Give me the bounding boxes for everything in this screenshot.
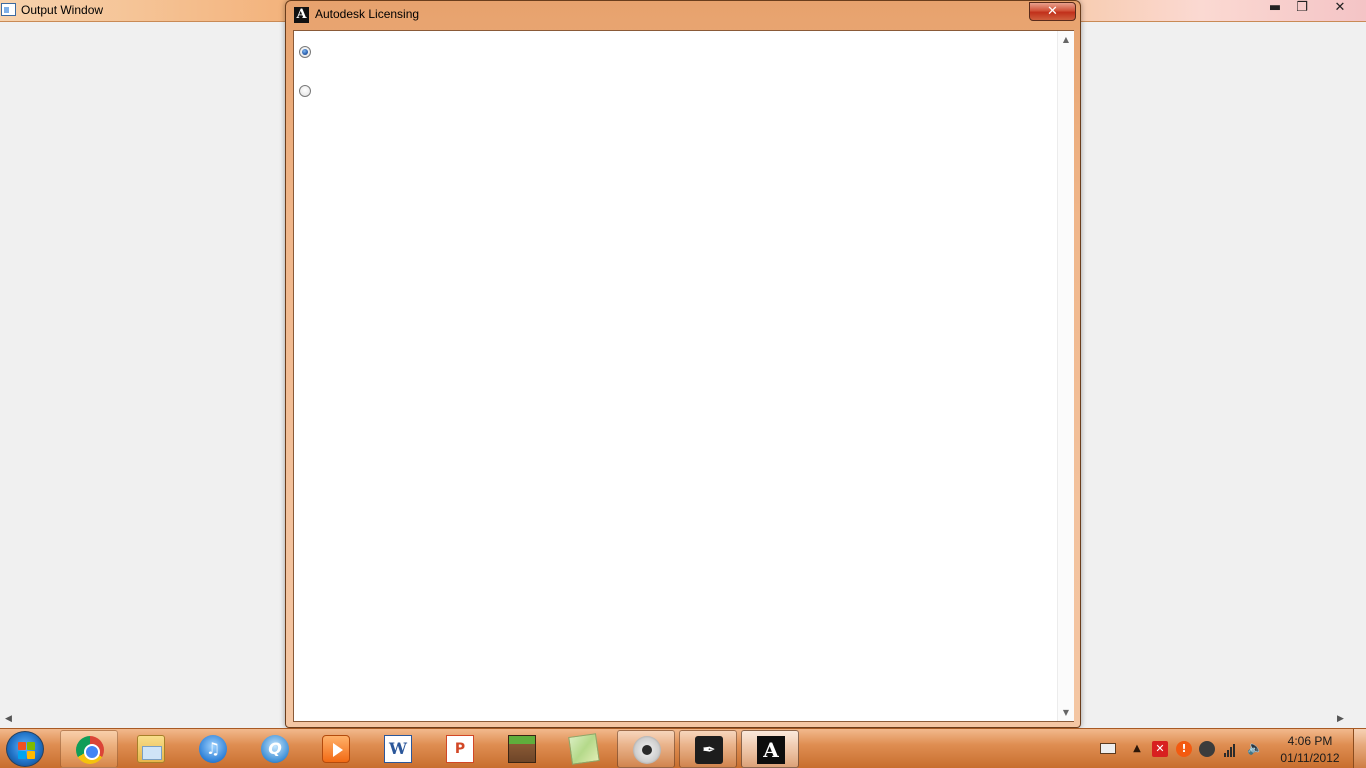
- autodesk-licensing-dialog: A Autodesk Licensing ✕ ▲ ▼: [285, 0, 1081, 728]
- map-icon: [568, 733, 600, 765]
- close-button[interactable]: ✕: [1326, 0, 1354, 17]
- taskbar-button-minecraft[interactable]: [493, 730, 551, 768]
- taskbar-button-autodesk[interactable]: A: [741, 730, 799, 768]
- warning-notification-icon[interactable]: !: [1176, 741, 1192, 757]
- taskbar-button-powerpoint[interactable]: P: [431, 730, 489, 768]
- keyboard-icon[interactable]: [1100, 743, 1116, 754]
- inkscape-icon: ✒: [695, 736, 723, 764]
- start-button[interactable]: [6, 731, 44, 767]
- scroll-down-arrow-icon[interactable]: ▼: [1058, 704, 1074, 721]
- steam-tray-icon[interactable]: [1199, 741, 1215, 757]
- windows-logo-icon: [27, 751, 35, 759]
- dialog-close-button[interactable]: ✕: [1029, 2, 1076, 21]
- dialog-client-area: ▲ ▼: [293, 30, 1074, 722]
- taskbar-button-quicktime[interactable]: Q: [246, 730, 304, 768]
- show-hidden-icons-icon[interactable]: ▲: [1129, 741, 1145, 757]
- windows-logo-icon: [18, 742, 26, 750]
- error-notification-icon[interactable]: ✕: [1152, 741, 1168, 757]
- powerpoint-icon: P: [446, 735, 474, 763]
- itunes-icon: ♫: [199, 735, 227, 763]
- chrome-icon: [76, 736, 104, 764]
- taskbar-button-explorer[interactable]: [122, 730, 180, 768]
- quicktime-icon: Q: [261, 735, 289, 763]
- minecraft-icon: [508, 735, 536, 763]
- scroll-up-arrow-icon[interactable]: ▲: [1058, 31, 1074, 48]
- windows-explorer-icon: [137, 735, 165, 763]
- vertical-scrollbar[interactable]: [1352, 22, 1366, 711]
- license-option-radio-1[interactable]: [299, 46, 311, 58]
- autodesk-icon: A: [757, 736, 785, 764]
- restore-button[interactable]: ❐: [1289, 0, 1315, 17]
- steam-icon: [633, 736, 661, 764]
- dialog-title: Autodesk Licensing: [315, 7, 420, 21]
- taskbar: ♫ Q W P ✒ A ▲ ✕ ! 🔈 4:06 PM 01/11/2012: [0, 728, 1366, 768]
- dialog-vertical-scrollbar[interactable]: ▲ ▼: [1057, 31, 1074, 721]
- minimize-button[interactable]: ▬: [1262, 0, 1288, 17]
- autodesk-logo-icon: A: [294, 7, 309, 23]
- scroll-right-arrow-icon[interactable]: ▶: [1332, 711, 1349, 728]
- windows-logo-icon: [18, 751, 26, 759]
- taskbar-button-map[interactable]: [555, 730, 613, 768]
- media-player-icon: [322, 735, 350, 763]
- dialog-titlebar[interactable]: A Autodesk Licensing ✕: [286, 1, 1080, 29]
- volume-icon[interactable]: 🔈: [1247, 741, 1263, 757]
- signal-bar: [1227, 750, 1229, 757]
- taskbar-button-itunes[interactable]: ♫: [184, 730, 242, 768]
- window-app-icon: [1, 3, 16, 16]
- signal-bar: [1233, 744, 1235, 757]
- windows-logo-icon: [27, 742, 35, 750]
- taskbar-button-steam[interactable]: [617, 730, 675, 768]
- license-option-radio-2[interactable]: [299, 85, 311, 97]
- scroll-left-arrow-icon[interactable]: ◀: [0, 711, 17, 728]
- clock-date[interactable]: 01/11/2012: [1276, 751, 1344, 765]
- signal-bar: [1224, 753, 1226, 757]
- taskbar-button-media-player[interactable]: [307, 730, 365, 768]
- word-icon: W: [384, 735, 412, 763]
- taskbar-button-chrome[interactable]: [60, 730, 118, 768]
- taskbar-button-inkscape[interactable]: ✒: [679, 730, 737, 768]
- dialog-content: [294, 31, 1057, 721]
- show-desktop-button[interactable]: [1353, 729, 1366, 768]
- network-signal-icon[interactable]: [1223, 741, 1239, 757]
- clock-time[interactable]: 4:06 PM: [1280, 734, 1340, 748]
- signal-bar: [1230, 747, 1232, 757]
- taskbar-button-word[interactable]: W: [369, 730, 427, 768]
- output-window-title: Output Window: [21, 3, 104, 17]
